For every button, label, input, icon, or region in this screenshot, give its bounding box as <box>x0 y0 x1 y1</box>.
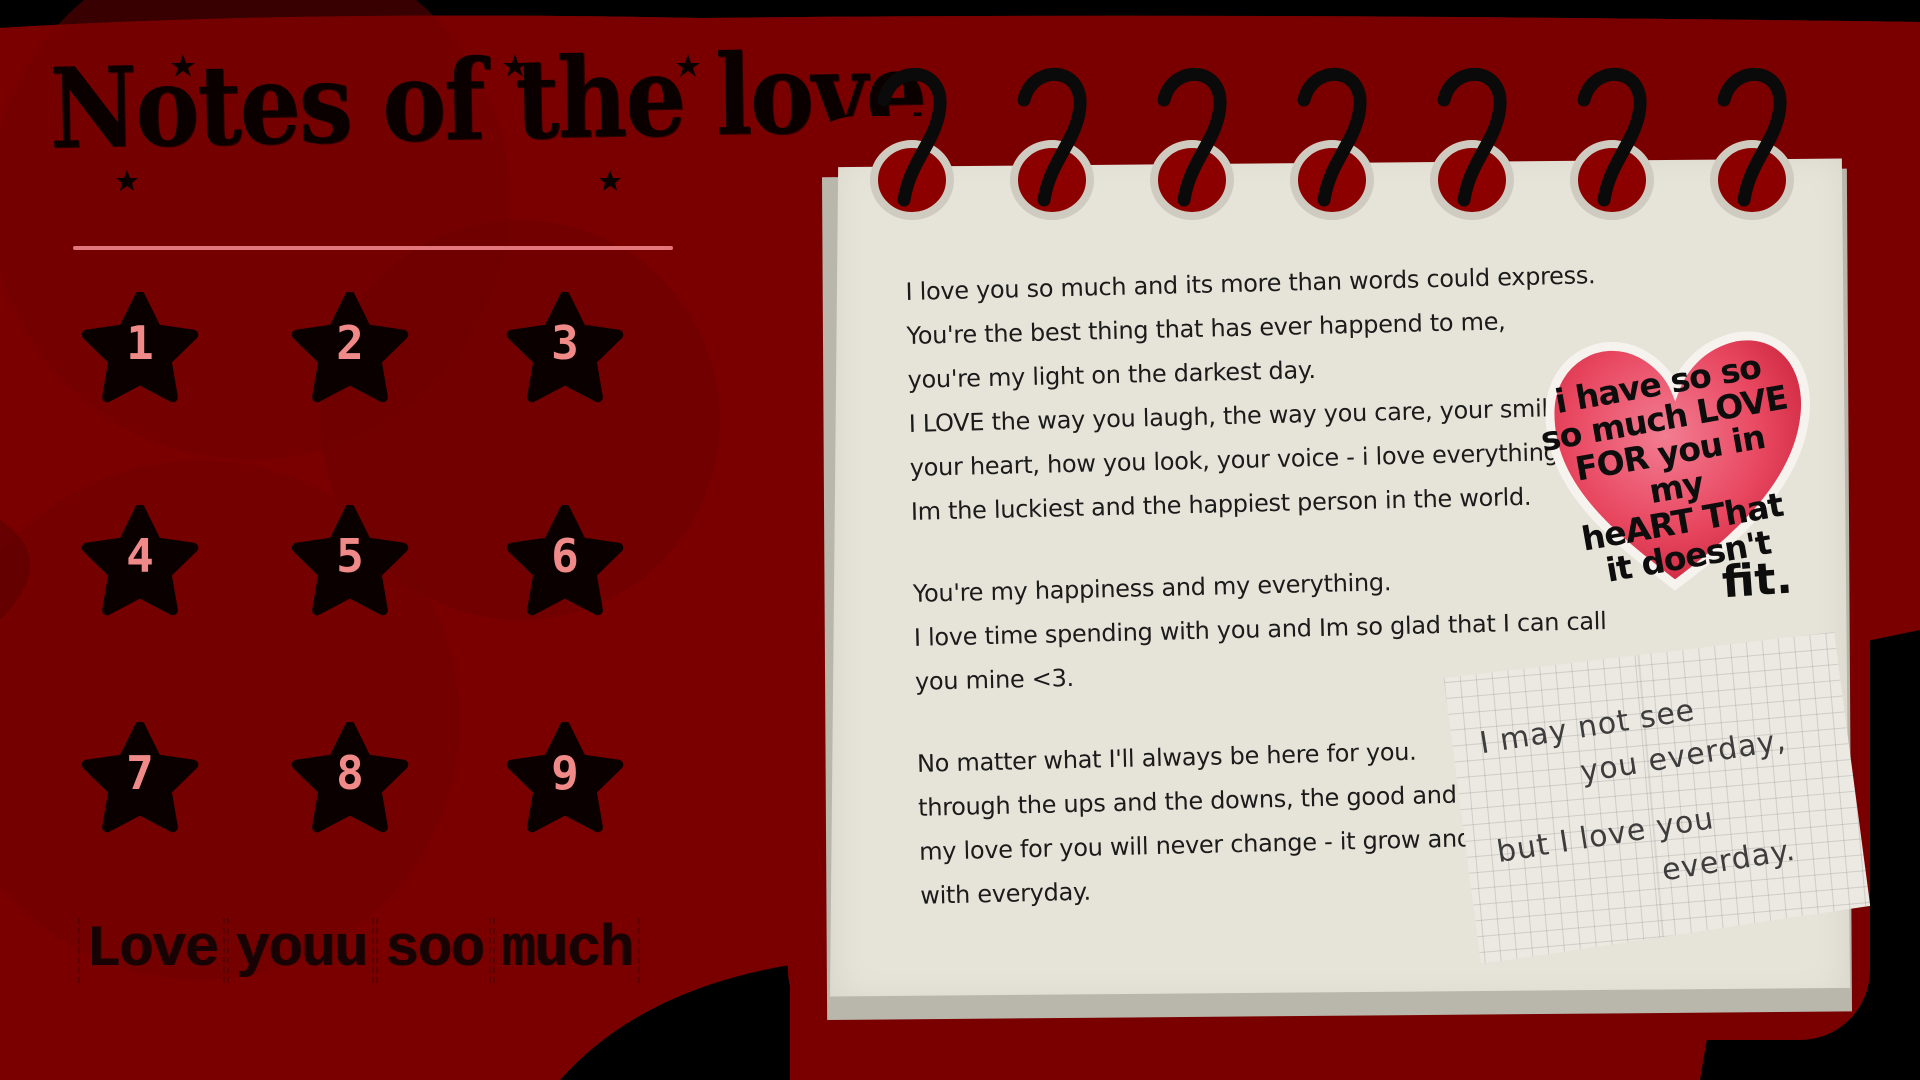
star-button-3[interactable]: 3 <box>505 292 625 406</box>
star-button-label: 4 <box>126 529 154 583</box>
footer-message: Love youu soo much <box>78 918 718 998</box>
spiral-ring-icon <box>1710 67 1794 220</box>
footer-word: soo <box>376 918 491 983</box>
stage: Notes of the love 1 2 3 4 5 6 7 8 9 Love youu soo m… <box>0 0 1920 1080</box>
notebook-binding <box>870 67 1794 220</box>
spiral-ring-icon <box>1570 67 1654 220</box>
title-divider <box>73 246 673 250</box>
star-button-1[interactable]: 1 <box>80 292 200 406</box>
star-button-label: 6 <box>551 529 579 583</box>
star-button-4[interactable]: 4 <box>80 505 200 619</box>
star-button-8[interactable]: 8 <box>290 722 410 836</box>
star-button-label: 8 <box>336 746 364 800</box>
star-button-6[interactable]: 6 <box>505 505 625 619</box>
heart-sticker-last-word: fit. <box>1720 552 1795 609</box>
star-button-label: 2 <box>336 316 364 370</box>
footer-word: Love <box>78 918 226 983</box>
star-button-9[interactable]: 9 <box>505 722 625 836</box>
star-button-label: 5 <box>336 529 364 583</box>
footer-word: youu <box>227 918 375 983</box>
star-button-5[interactable]: 5 <box>290 505 410 619</box>
star-button-label: 9 <box>551 746 579 800</box>
spiral-ring-icon <box>1430 67 1514 220</box>
spiral-ring-icon <box>1290 67 1374 220</box>
star-button-label: 7 <box>126 746 154 800</box>
star-button-7[interactable]: 7 <box>80 722 200 836</box>
footer-word: much <box>492 918 641 983</box>
spiral-ring-icon <box>870 67 954 220</box>
spiral-ring-icon <box>1010 67 1094 220</box>
spiral-ring-icon <box>1150 67 1234 220</box>
star-button-2[interactable]: 2 <box>290 292 410 406</box>
star-button-label: 3 <box>551 316 579 370</box>
page-title: Notes of the love <box>48 26 926 174</box>
star-button-label: 1 <box>126 316 154 370</box>
